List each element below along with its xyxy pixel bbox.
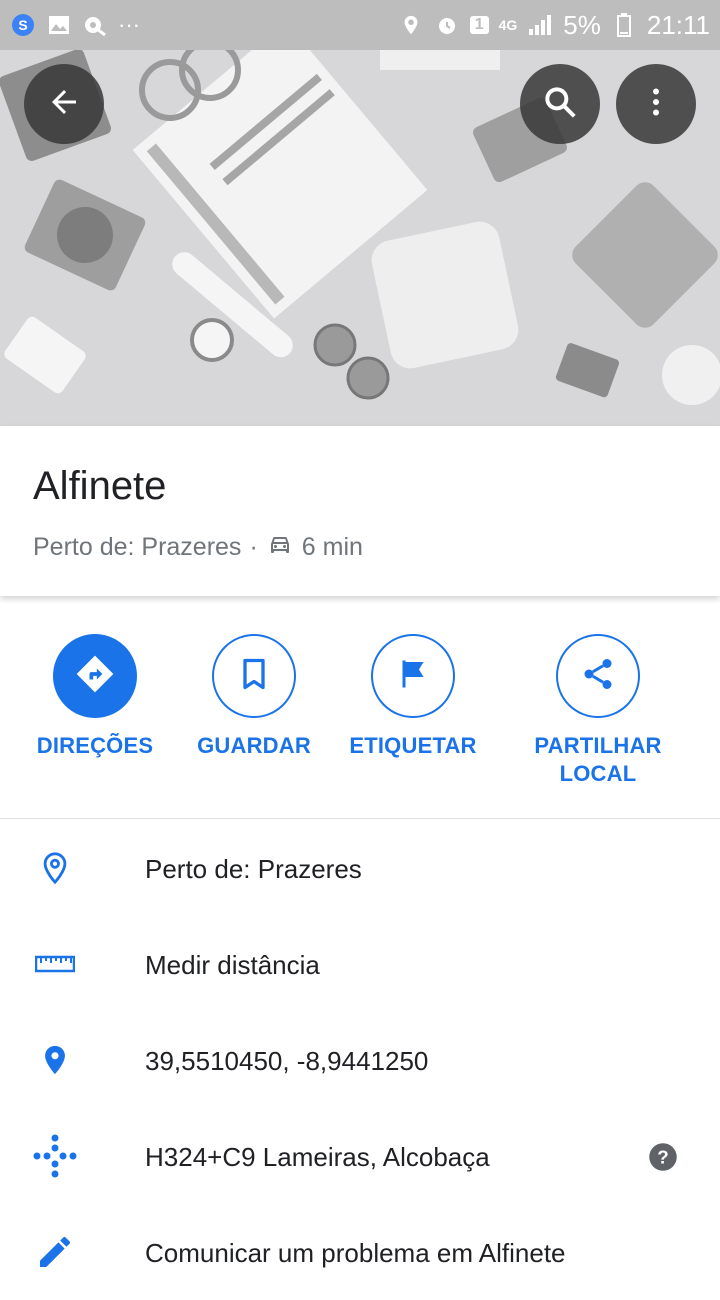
ruler-icon <box>30 944 80 984</box>
sim-indicator: 1 <box>469 16 489 34</box>
signal-icon <box>527 12 553 38</box>
more-notifications: ··· <box>118 12 140 37</box>
share-label: PARTILHAR LOCAL <box>534 733 662 786</box>
drive-time: 6 min <box>301 533 363 561</box>
save-label: GUARDAR <box>197 733 311 758</box>
flag-icon <box>395 656 431 697</box>
place-subtitle: Perto de: Prazeres · 6 min <box>33 532 363 563</box>
gallery-icon <box>46 12 72 38</box>
list-item-plus-code[interactable]: H324+C9 Lameiras, Alcobaça ? <box>0 1108 720 1204</box>
measure-text: Medir distância <box>145 950 320 980</box>
details-list: Perto de: Prazeres Medir distância 39,55… <box>0 820 720 1300</box>
separator: · <box>249 533 258 561</box>
near-text: Perto de: Prazeres <box>145 854 362 884</box>
directions-button[interactable]: DIREÇÕES <box>5 634 185 760</box>
battery-percent: 5% <box>563 9 601 40</box>
pin-filled-icon <box>30 1040 80 1080</box>
maps-icon <box>82 12 108 38</box>
list-item-near[interactable]: Perto de: Prazeres <box>0 820 720 916</box>
hero-illustration <box>0 0 720 426</box>
pin-outline-icon <box>30 848 80 888</box>
car-icon <box>266 532 294 563</box>
svg-text:S: S <box>18 17 27 33</box>
share-button[interactable]: PARTILHAR LOCAL <box>508 634 688 788</box>
report-problem-text: Comunicar um problema em Alfinete <box>145 1238 566 1268</box>
list-item-coordinates[interactable]: 39,5510450, -8,9441250 <box>0 1012 720 1108</box>
status-bar: S ··· 1 4G 5% 21:11 <box>0 0 720 50</box>
bookmark-icon <box>236 656 272 697</box>
list-item-measure[interactable]: Medir distância <box>0 916 720 1012</box>
save-circle[interactable] <box>212 634 296 718</box>
share-icon <box>580 656 616 697</box>
action-bar: DIREÇÕES GUARDAR ETIQUETAR PARTILHAR LOC… <box>0 600 720 819</box>
directions-circle[interactable] <box>53 634 137 718</box>
coordinates-text: 39,5510450, -8,9441250 <box>145 1046 429 1076</box>
list-item-report-problem[interactable]: Comunicar um problema em Alfinete <box>0 1204 720 1300</box>
plus-code-icon <box>30 1134 80 1178</box>
directions-label: DIREÇÕES <box>36 733 154 758</box>
location-icon <box>398 12 424 38</box>
more-vert-icon <box>638 84 674 125</box>
share-circle[interactable] <box>556 634 640 718</box>
app-s-icon: S <box>10 12 36 38</box>
label-circle[interactable] <box>371 634 455 718</box>
arrow-back-icon <box>46 84 82 125</box>
near-label: Perto de: Prazeres <box>33 533 242 561</box>
place-info-card: Alfinete Perto de: Prazeres · 6 min <box>0 426 720 596</box>
directions-icon <box>73 652 117 701</box>
pencil-icon <box>30 1232 80 1272</box>
label-button[interactable]: ETIQUETAR <box>323 634 503 760</box>
alarm-icon <box>434 12 460 38</box>
help-icon[interactable]: ? <box>648 1142 678 1177</box>
plus-code-text: H324+C9 Lameiras, Alcobaça <box>145 1142 490 1172</box>
place-title: Alfinete <box>33 464 167 508</box>
save-button[interactable]: GUARDAR <box>164 634 344 760</box>
network-type: 4G <box>498 17 518 33</box>
clock: 21:11 <box>646 9 710 40</box>
label-label: ETIQUETAR <box>349 733 477 758</box>
svg-text:?: ? <box>657 1146 668 1167</box>
back-button[interactable] <box>24 64 104 144</box>
search-icon <box>541 83 579 126</box>
more-options-button[interactable] <box>616 64 696 144</box>
search-button[interactable] <box>520 64 600 144</box>
battery-icon <box>611 12 637 38</box>
